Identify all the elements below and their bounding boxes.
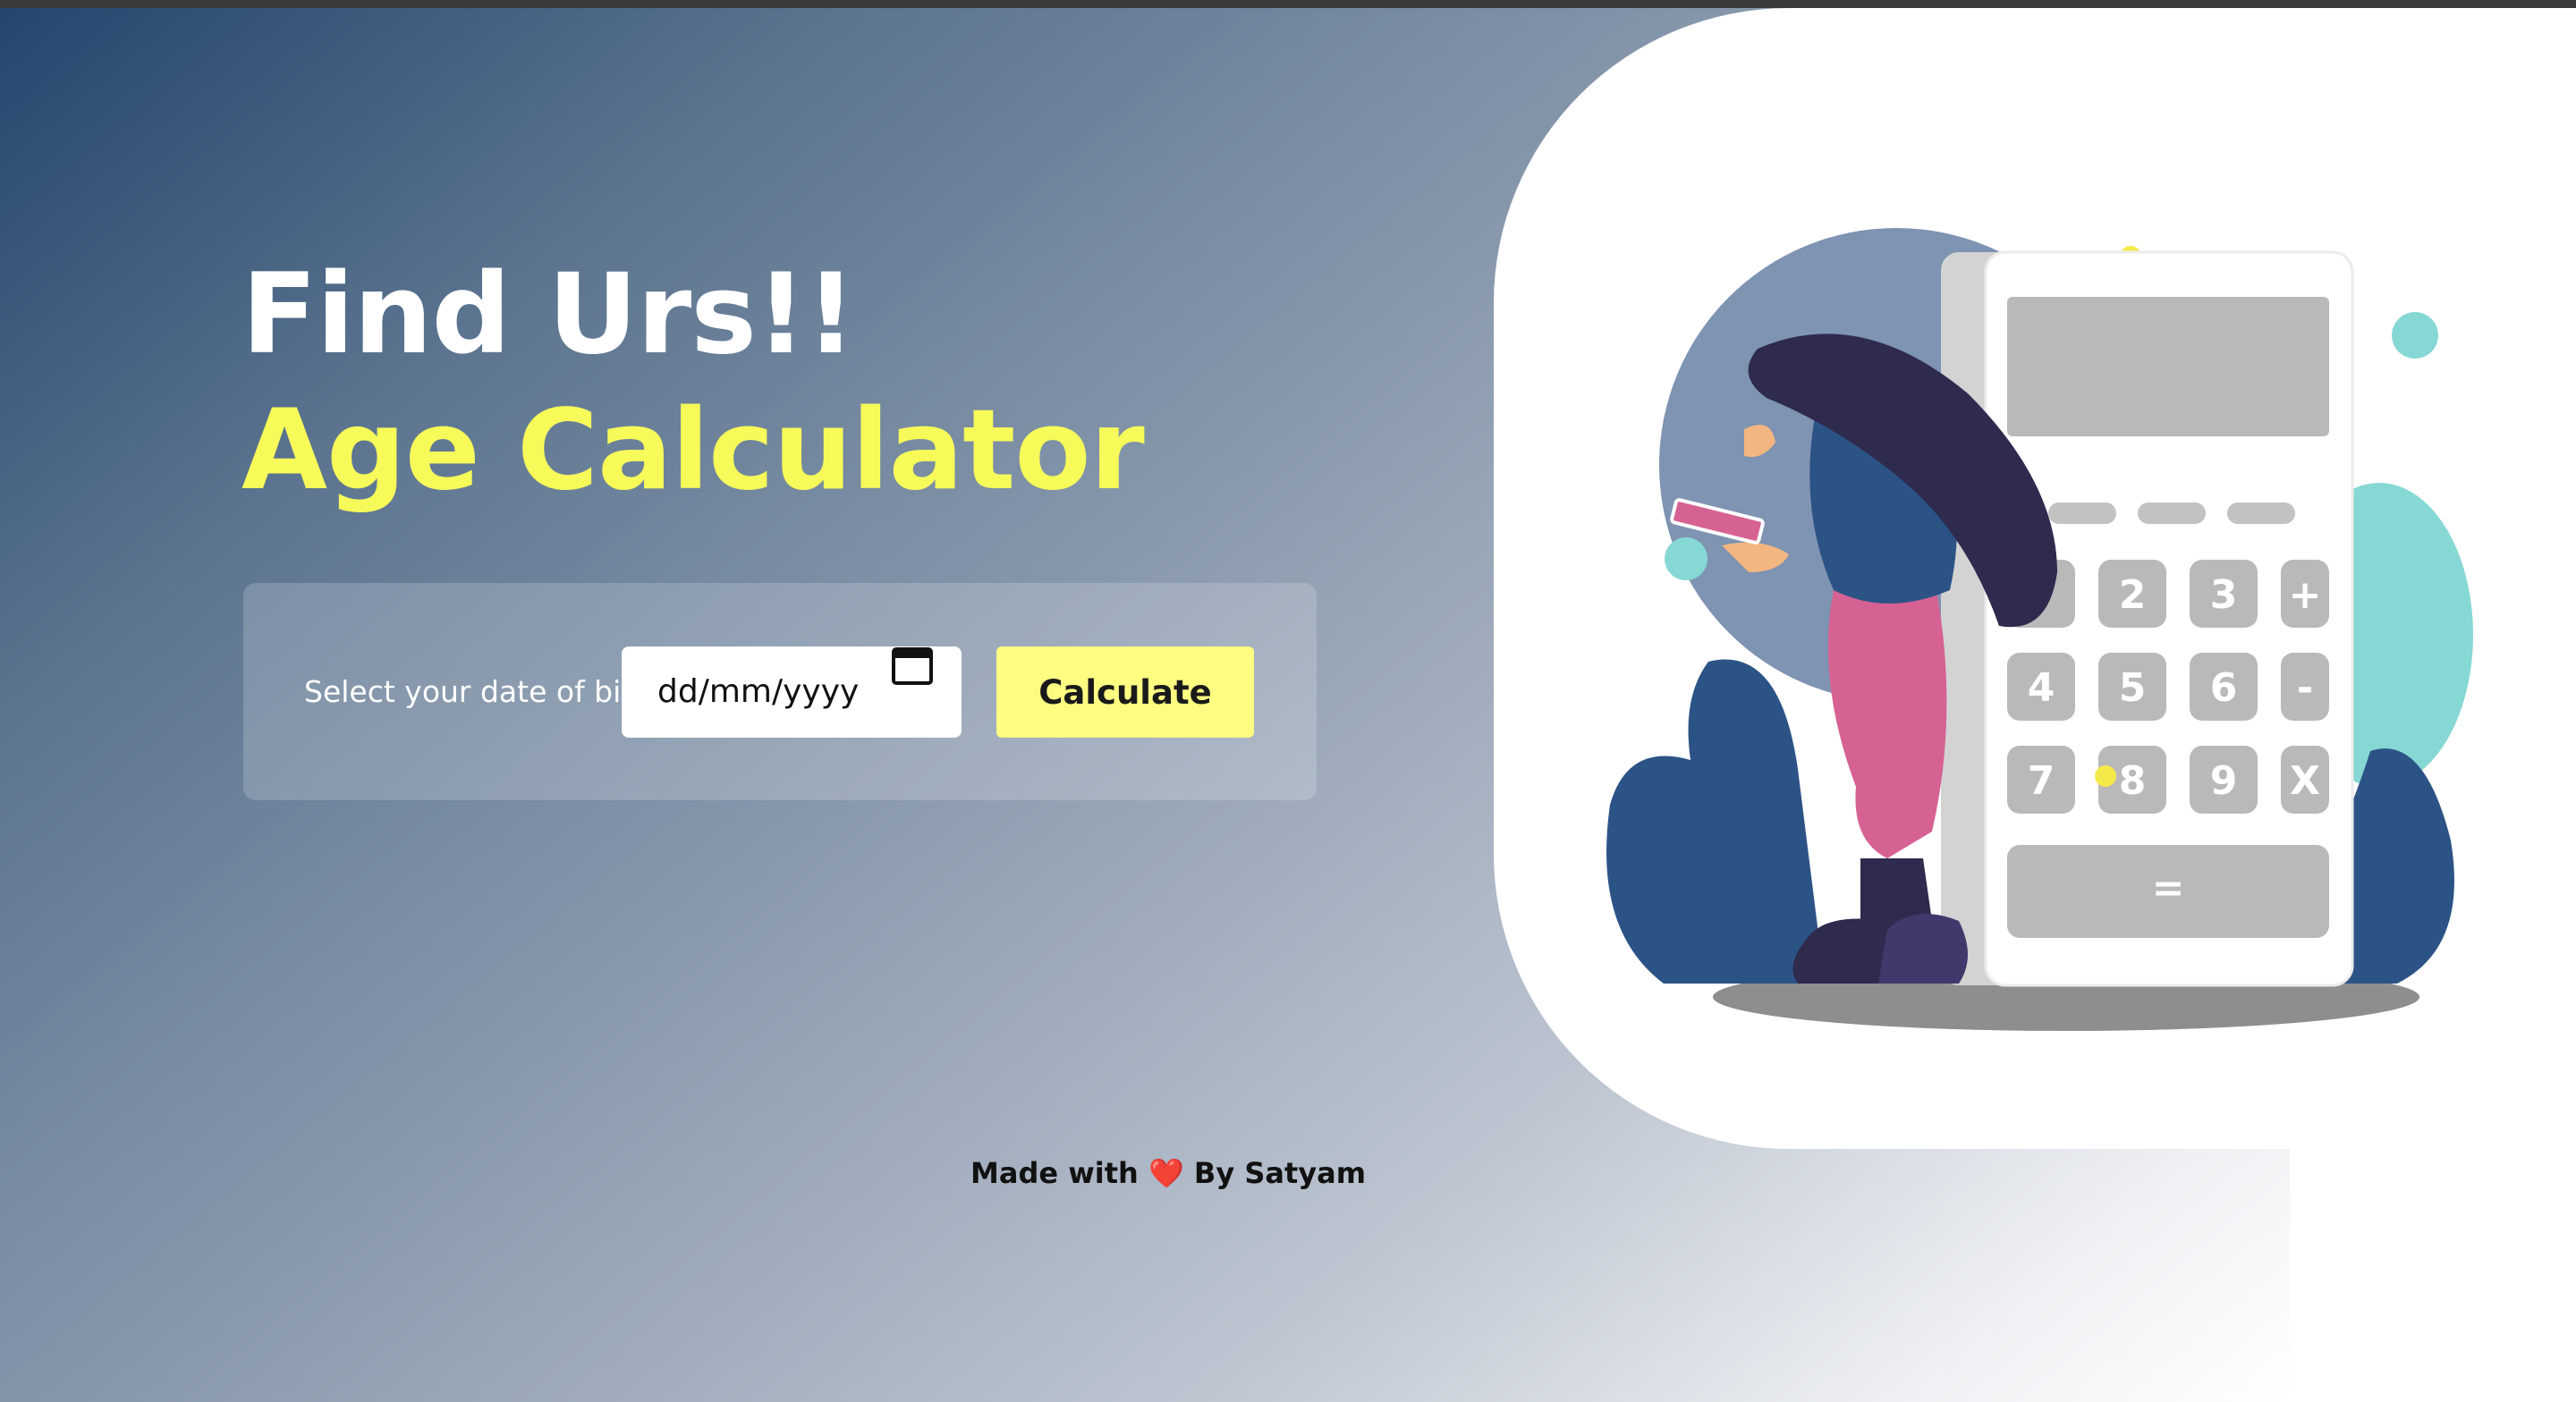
yellow-dot: [2095, 765, 2116, 787]
calculator-key-label: -: [2297, 665, 2313, 711]
calculator-key-label: 9: [2210, 758, 2238, 804]
teal-dot: [2392, 312, 2438, 359]
calculator-key-label: 6: [2210, 665, 2238, 711]
plant-left: [1606, 659, 1825, 984]
dob-placeholder: dd/mm/yyyy: [657, 673, 860, 710]
footer-credit: Made with ❤️ By Satyam: [970, 1156, 1366, 1190]
equals-key-label: =: [2152, 866, 2185, 911]
browser-top-bar: [0, 0, 2576, 8]
teal-dot: [1665, 537, 1707, 580]
calculator-key-label: 8: [2119, 758, 2147, 804]
person-legs: [1827, 590, 1947, 858]
page-subtitle: Age Calculator: [242, 386, 1145, 515]
calculate-button[interactable]: Calculate: [996, 646, 1254, 738]
calculator-key-label: 5: [2119, 665, 2147, 711]
calendar-icon[interactable]: [892, 646, 933, 686]
heart-icon: ❤️: [1148, 1156, 1184, 1190]
calculator-key-label: 4: [2028, 665, 2055, 711]
calculator-key-label: 3: [2210, 572, 2238, 618]
calculator-key-label: X: [2290, 758, 2320, 804]
footer-prefix: Made with: [970, 1156, 1139, 1190]
calculator-illustration: 2 3 +4 5 6 - 7 8 9 X =: [1606, 228, 2473, 1031]
dob-label: Select your date of birth:: [304, 674, 674, 709]
calculator-key-label: 7: [2028, 758, 2055, 804]
footer-author: By Satyam: [1193, 1156, 1367, 1190]
page-title: Find Urs!!: [242, 250, 856, 379]
dob-date-input[interactable]: dd/mm/yyyy: [622, 646, 962, 738]
calculator-display: [2007, 297, 2329, 436]
calculator-key-label: 2: [2119, 572, 2147, 618]
calculator-key-label: +: [2289, 572, 2322, 618]
